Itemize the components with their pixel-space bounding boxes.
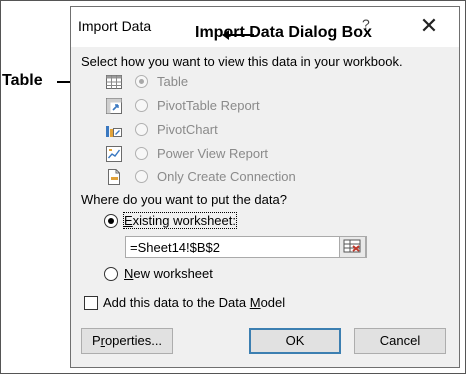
new-worksheet-label: New worksheet — [124, 266, 213, 281]
access-key: E — [124, 213, 133, 228]
ok-button[interactable]: OK — [249, 328, 341, 354]
put-prompt: Where do you want to put the data? — [81, 192, 287, 207]
annotation-dialog-label: Import Data Dialog Box — [195, 24, 372, 41]
data-model-label: Add this data to the Data Model — [103, 295, 285, 310]
help-button[interactable]: ? — [362, 16, 370, 32]
data-model-checkbox[interactable] — [84, 296, 98, 310]
label-before: P — [91, 333, 101, 348]
radio-new-worksheet[interactable] — [104, 267, 118, 281]
access-key: M — [249, 295, 261, 310]
radio-connection[interactable] — [135, 170, 148, 183]
label-rest: ew worksheet — [133, 266, 213, 281]
pivotchart-icon — [106, 126, 122, 137]
reference-input[interactable]: =Sheet14!$B$2 — [125, 236, 367, 258]
pivottable-icon — [106, 98, 122, 114]
import-data-dialog: Import Data Import Data Dialog Box ? ✕ S… — [70, 6, 460, 368]
connection-icon — [108, 169, 120, 185]
range-select-icon — [343, 239, 361, 253]
power-view-icon — [106, 146, 122, 162]
option-label: Power View Report — [157, 146, 269, 161]
cancel-button[interactable]: Cancel — [354, 328, 446, 354]
label-after: operties... — [104, 333, 163, 348]
radio-pivottable[interactable] — [135, 99, 148, 112]
access-key: N — [124, 266, 134, 281]
radio-table[interactable] — [135, 75, 148, 88]
radio-power-view[interactable] — [135, 147, 148, 160]
close-button[interactable]: ✕ — [414, 11, 444, 41]
radio-existing-worksheet[interactable] — [104, 214, 118, 228]
dialog-titlebar: Import Data Import Data Dialog Box ? ✕ — [71, 7, 459, 47]
label-before: Add this data to the Data — [103, 295, 250, 310]
reference-value: =Sheet14!$B$2 — [130, 240, 220, 255]
option-label: Table — [157, 74, 189, 89]
existing-worksheet-label: Existing worksheet: — [123, 212, 237, 229]
collapse-dialog-button[interactable] — [339, 236, 366, 258]
dialog-title: Import Data — [78, 18, 152, 34]
annotation-table-label: Table — [2, 72, 43, 89]
table-icon — [106, 75, 122, 89]
option-label: PivotTable Report — [157, 98, 260, 113]
label-rest: xisting worksheet: — [132, 213, 236, 228]
properties-button[interactable]: Properties... — [81, 328, 173, 354]
option-label: PivotChart — [157, 122, 218, 137]
radio-pivotchart[interactable] — [135, 123, 148, 136]
view-prompt: Select how you want to view this data in… — [81, 54, 403, 69]
option-label: Only Create Connection — [157, 169, 296, 184]
label-after: odel — [260, 295, 286, 310]
